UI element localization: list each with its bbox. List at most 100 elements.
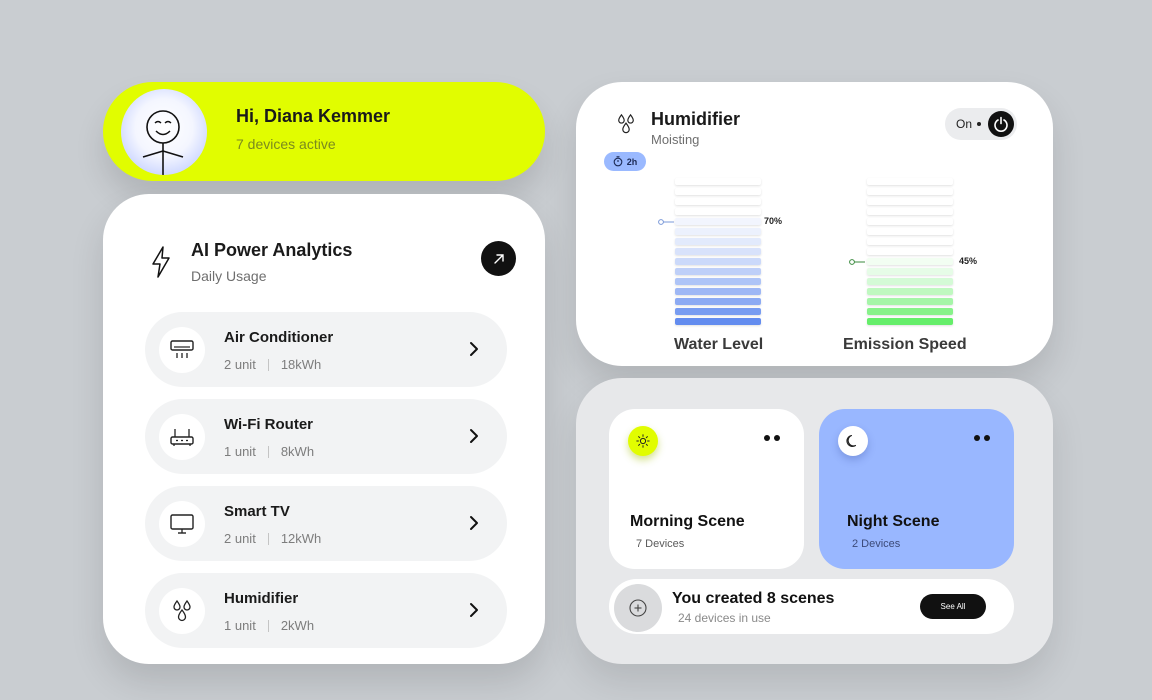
more-options-icon[interactable]: [764, 435, 780, 441]
meter-segment: [867, 218, 953, 225]
device-units: 2 unit: [224, 531, 256, 546]
arrow-up-right-icon: [493, 253, 504, 264]
water-level-handle[interactable]: [658, 219, 674, 225]
meter-segment: [675, 268, 761, 275]
smiley-figure-icon: [142, 110, 184, 175]
device-name: Humidifier: [224, 590, 299, 607]
meter-segment: [675, 288, 761, 295]
power-analytics-card: AI Power Analytics Daily Usage Air Condi…: [103, 194, 545, 664]
meter-segment: [867, 268, 953, 275]
more-options-icon[interactable]: [974, 435, 990, 441]
meter-segment: [867, 258, 953, 265]
plus-circle-icon: [629, 599, 647, 617]
device-row-wifi-router[interactable]: Wi-Fi Router 1 unit 8kWh: [145, 399, 507, 474]
device-meta: 1 unit 2kWh: [224, 618, 314, 633]
divider: [267, 358, 269, 371]
meter-segment: [675, 188, 761, 195]
water-level-meter[interactable]: [675, 178, 761, 326]
meter-segment: [675, 218, 761, 225]
meter-segment: [867, 318, 953, 325]
stopwatch-icon: [613, 156, 623, 167]
device-meta: 1 unit 8kWh: [224, 444, 314, 459]
meter-segment: [675, 228, 761, 235]
air-conditioner-icon: [159, 327, 205, 373]
scenes-summary-title: You created 8 scenes: [672, 590, 835, 607]
humidifier-mode: Moisting: [651, 132, 700, 147]
toggle-label: On: [956, 117, 973, 131]
water-level-percent: 70%: [764, 216, 783, 226]
power-button[interactable]: [988, 111, 1014, 137]
scene-tile-morning[interactable]: Morning Scene 7 Devices: [609, 409, 804, 569]
power-toggle[interactable]: On: [945, 108, 1017, 140]
device-name: Wi-Fi Router: [224, 416, 314, 433]
router-icon: [159, 414, 205, 460]
timer-value: 2h: [626, 156, 638, 167]
meter-segment: [675, 318, 761, 325]
meter-segment: [867, 308, 953, 315]
meter-segment: [867, 298, 953, 305]
droplets-icon: [618, 113, 634, 134]
device-meta: 2 unit 12kWh: [224, 531, 321, 546]
scenes-summary-sub: 24 devices in use: [678, 611, 771, 625]
moon-icon: [838, 426, 868, 456]
tv-icon: [159, 501, 205, 547]
chevron-right-icon: [470, 342, 478, 356]
emission-speed-label: Emission Speed: [843, 336, 967, 353]
timer-badge[interactable]: 2h: [604, 152, 646, 171]
avatar[interactable]: [121, 89, 207, 175]
scenes-card: Morning Scene 7 Devices Night Scene 2 De…: [576, 378, 1053, 664]
device-usage: 12kWh: [280, 531, 322, 546]
device-row-smart-tv[interactable]: Smart TV 2 unit 12kWh: [145, 486, 507, 561]
humidifier-title: Humidifier: [651, 109, 741, 129]
device-units: 1 unit: [224, 444, 256, 459]
chevron-right-icon: [470, 603, 478, 617]
analytics-title: AI Power Analytics: [191, 240, 353, 260]
meter-segment: [867, 208, 953, 215]
divider: [267, 445, 269, 458]
water-level-label: Water Level: [674, 336, 764, 353]
meter-segment: [867, 198, 953, 205]
device-units: 1 unit: [224, 618, 256, 633]
meter-segment: [867, 238, 953, 245]
device-name: Air Conditioner: [224, 329, 334, 346]
chevron-right-icon: [470, 516, 478, 530]
sun-icon: [628, 426, 658, 456]
meter-segment: [675, 208, 761, 215]
meter-segment: [867, 188, 953, 195]
device-units: 2 unit: [224, 357, 256, 372]
scene-tile-night[interactable]: Night Scene 2 Devices: [819, 409, 1014, 569]
device-row-humidifier[interactable]: Humidifier 1 unit 2kWh: [145, 573, 507, 648]
meter-segment: [867, 228, 953, 235]
device-usage: 8kWh: [280, 444, 315, 459]
device-meta: 2 unit 18kWh: [224, 357, 321, 372]
emission-speed-handle[interactable]: [849, 259, 865, 265]
meter-segment: [867, 178, 953, 185]
scene-name: Night Scene: [847, 513, 940, 530]
add-scene-button[interactable]: [614, 584, 662, 632]
meter-segment: [675, 278, 761, 285]
open-analytics-button[interactable]: [481, 241, 516, 276]
device-row-air-conditioner[interactable]: Air Conditioner 2 unit 18kWh: [145, 312, 507, 387]
emission-speed-percent: 45%: [959, 256, 978, 266]
scenes-summary-bar: You created 8 scenes 24 devices in use S…: [609, 579, 1014, 634]
see-all-button[interactable]: See All: [920, 594, 986, 619]
meter-segment: [675, 258, 761, 265]
power-icon: [994, 116, 1008, 132]
meter-segment: [867, 288, 953, 295]
device-name: Smart TV: [224, 503, 290, 520]
emission-speed-meter[interactable]: [867, 178, 953, 326]
scene-device-count: 7 Devices: [636, 538, 685, 550]
active-devices-text: 7 devices active: [236, 136, 336, 152]
meter-segment: [675, 178, 761, 185]
greeting-title: Hi, Diana Kemmer: [236, 106, 391, 126]
scene-device-count: 2 Devices: [852, 538, 901, 550]
meter-segment: [867, 248, 953, 255]
meter-segment: [675, 308, 761, 315]
chevron-right-icon: [470, 429, 478, 443]
meter-segment: [675, 248, 761, 255]
meter-segment: [675, 198, 761, 205]
analytics-subtitle: Daily Usage: [191, 268, 267, 284]
bolt-icon: [152, 246, 170, 278]
profile-card: Hi, Diana Kemmer 7 devices active: [103, 82, 545, 181]
device-usage: 2kWh: [280, 618, 315, 633]
